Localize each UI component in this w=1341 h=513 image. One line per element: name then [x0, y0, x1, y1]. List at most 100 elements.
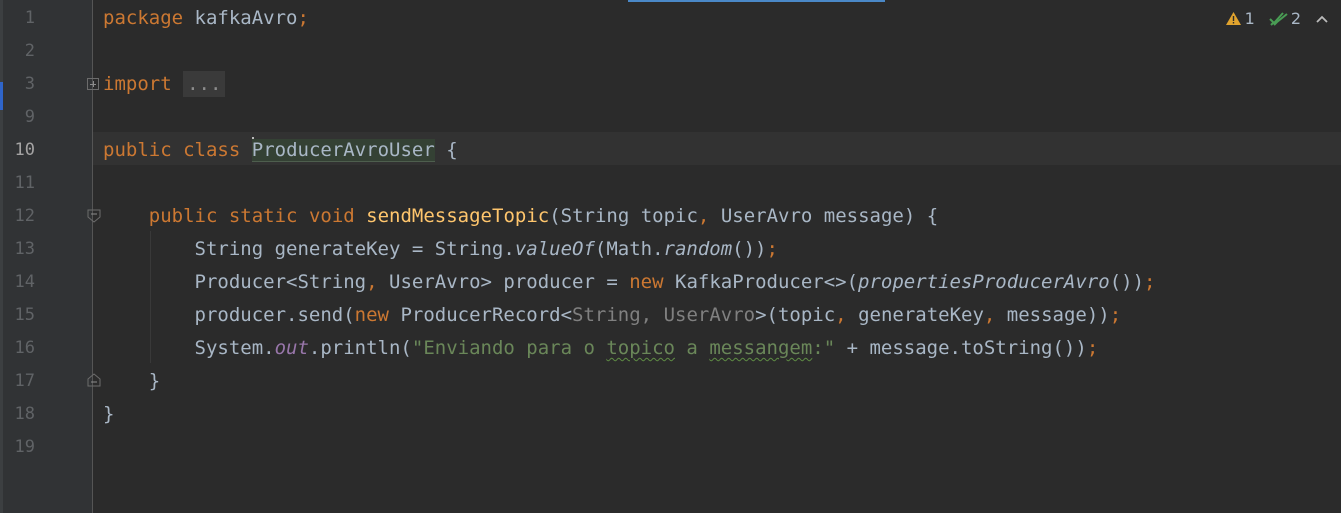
code-text[interactable]: producer.send(new ProducerRecord<String,… [103, 299, 1122, 332]
code-token: propertiesProducerAvro [858, 271, 1110, 293]
code-text[interactable]: } [103, 365, 160, 398]
code-line[interactable]: 12 public static void sendMessageTopic(S… [0, 200, 1341, 233]
code-token: kafkaAvro [183, 7, 298, 29]
code-token: public [148, 205, 218, 227]
code-token: (Math. [594, 238, 664, 260]
code-token: } [103, 370, 161, 392]
code-token: ; [766, 238, 778, 260]
code-token: random [663, 238, 733, 260]
code-line[interactable]: 3 import ... [0, 68, 1341, 101]
line-number[interactable]: 2 [3, 35, 35, 68]
code-token: "Enviando para o [411, 337, 607, 359]
code-token: ; [297, 7, 309, 29]
code-token: messangem [709, 337, 813, 359]
code-line[interactable]: 19 [0, 431, 1341, 464]
code-line[interactable]: 15 producer.send(new ProducerRecord<Stri… [0, 299, 1341, 332]
double-check-icon [1269, 11, 1288, 26]
code-text[interactable]: public static void sendMessageTopic(Stri… [103, 200, 938, 233]
code-token: valueOf [514, 238, 595, 260]
code-line[interactable]: 11 [0, 167, 1341, 200]
line-number[interactable]: 12 [3, 200, 35, 233]
code-token: ()) [1109, 271, 1145, 293]
code-token: producer.send( [103, 304, 355, 326]
code-token: message)) [995, 304, 1110, 326]
weak-warning-count: 2 [1290, 9, 1301, 28]
code-token: UserAvro [663, 304, 756, 326]
code-token: ; [1109, 304, 1122, 326]
code-line[interactable]: 13 String generateKey = String.valueOf(M… [0, 233, 1341, 266]
line-number[interactable]: 16 [3, 332, 35, 365]
code-token: , [697, 205, 710, 227]
code-token: ; [1144, 271, 1156, 293]
line-number[interactable]: 11 [3, 167, 35, 200]
warnings-indicator[interactable]: 1 [1225, 9, 1255, 28]
weak-warnings-indicator[interactable]: 2 [1269, 9, 1301, 28]
code-token: , [366, 271, 378, 293]
code-line[interactable]: 17 } [0, 365, 1341, 398]
line-number[interactable]: 3 [3, 68, 35, 101]
code-token: void [308, 205, 355, 227]
code-text[interactable]: public class ProducerAvroUser { [103, 134, 458, 167]
code-token: >(topic [755, 304, 836, 326]
code-text[interactable]: package kafkaAvro; [103, 2, 309, 35]
code-line[interactable]: 18} [0, 398, 1341, 431]
code-editor[interactable]: 1 package kafkaAvro; 2 3 import ... 9 10 public… [0, 0, 1341, 513]
code-line[interactable]: 9 [0, 101, 1341, 134]
code-text[interactable]: String generateKey = String.valueOf(Math… [103, 233, 778, 266]
code-token: System. [103, 337, 275, 359]
line-number[interactable]: 17 [3, 365, 35, 398]
code-token: (String topic [549, 205, 698, 227]
code-token: sendMessageTopic [366, 205, 550, 227]
code-line[interactable]: 14 Producer<String, UserAvro> producer =… [0, 266, 1341, 299]
code-token: public [103, 139, 172, 161]
line-number[interactable]: 15 [3, 299, 35, 332]
chevron-up-icon[interactable] [1315, 14, 1329, 24]
code-token: generateKey [846, 304, 984, 326]
code-token: new [629, 271, 664, 293]
code-token: ... [183, 71, 226, 97]
code-token: UserAvro> producer = [377, 271, 630, 293]
code-token: ; [1086, 337, 1099, 359]
code-line[interactable]: 1 package kafkaAvro; [0, 2, 1341, 35]
code-text[interactable]: import ... [103, 68, 226, 101]
line-number[interactable]: 9 [3, 101, 35, 134]
code-token: new [354, 304, 389, 326]
code-token: static [228, 205, 298, 227]
code-token: String [572, 304, 641, 326]
code-token: Producer<String [103, 271, 367, 293]
code-token: } [103, 403, 115, 425]
code-token: ProducerRecord< [389, 304, 573, 326]
code-token: String generateKey = String. [103, 238, 515, 260]
code-token: import [103, 73, 172, 95]
code-line[interactable]: 16 System.out.println("Enviando para o t… [0, 332, 1341, 365]
code-token: , [983, 304, 996, 326]
line-number[interactable]: 13 [3, 233, 35, 266]
code-line[interactable]: 2 [0, 35, 1341, 68]
code-token: , [640, 304, 653, 326]
code-token: a [674, 337, 710, 359]
code-line[interactable]: 10 public class ProducerAvroUser { [0, 134, 1341, 167]
code-text[interactable]: } [103, 398, 114, 431]
code-token: :" [812, 337, 836, 359]
code-token: UserAvro message) { [709, 205, 939, 227]
line-number[interactable]: 14 [3, 266, 35, 299]
code-text[interactable]: System.out.println("Enviando para o topi… [103, 332, 1099, 365]
line-number[interactable]: 1 [3, 2, 35, 35]
line-number[interactable]: 19 [3, 431, 35, 464]
line-number[interactable]: 18 [3, 398, 35, 431]
code-token: topico [606, 337, 675, 359]
code-text[interactable]: Producer<String, UserAvro> producer = ne… [103, 266, 1156, 299]
inspection-widget[interactable]: 1 2 [1225, 9, 1329, 28]
code-token: package [103, 7, 184, 29]
line-number[interactable]: 10 [3, 134, 35, 167]
code-token: ProducerAvroUser [251, 139, 435, 162]
code-token: class [183, 139, 241, 161]
code-token: ()) [732, 238, 767, 260]
